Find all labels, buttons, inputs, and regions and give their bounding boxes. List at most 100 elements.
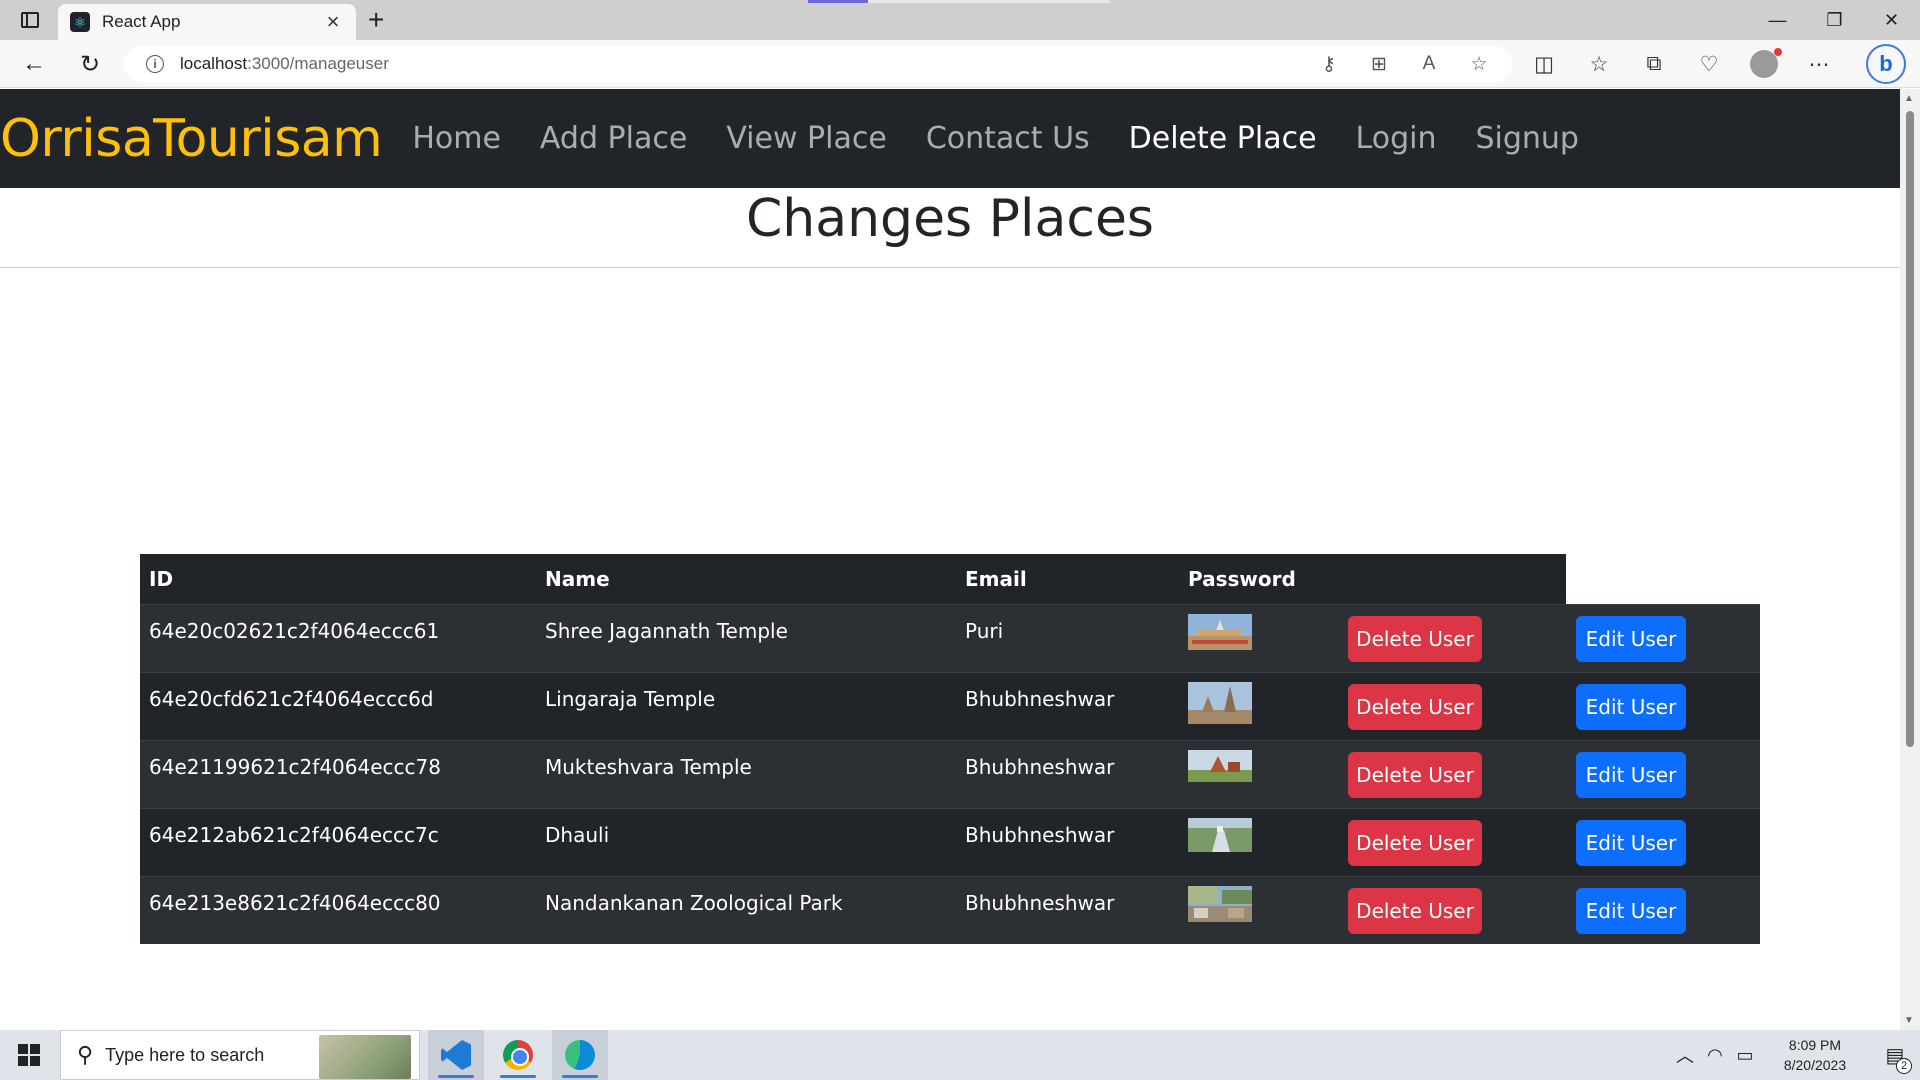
cell-id: 64e20cfd621c2f4064eccc6d: [149, 687, 434, 711]
cell-name: Lingaraja Temple: [545, 687, 716, 711]
battery-icon[interactable]: ▭: [1730, 1045, 1760, 1066]
read-aloud-icon[interactable]: A: [1416, 52, 1442, 76]
cell-email: Puri: [965, 619, 1004, 643]
close-window-icon[interactable]: ✕: [1863, 0, 1920, 40]
header-password: Password: [1188, 567, 1296, 591]
edit-user-button[interactable]: Edit User: [1576, 616, 1686, 662]
collections-icon[interactable]: ⧉: [1640, 50, 1668, 78]
cell-id: 64e213e8621c2f4064eccc80: [149, 891, 441, 915]
edit-user-button[interactable]: Edit User: [1576, 888, 1686, 934]
search-icon: ⚲: [77, 1042, 94, 1067]
landscape-image: [1188, 818, 1252, 852]
new-tab-icon[interactable]: +: [368, 6, 384, 34]
tab-actions-icon[interactable]: [16, 8, 44, 32]
delete-user-button[interactable]: Delete User: [1348, 820, 1482, 866]
bing-copilot-icon[interactable]: b: [1866, 44, 1906, 84]
cell-name: Nandankanan Zoological Park: [545, 891, 843, 915]
table-row: 64e20c02621c2f4064eccc61 Shree Jagannath…: [140, 604, 1760, 672]
cell-name: Mukteshvara Temple: [545, 755, 752, 779]
window-controls: — ❐ ✕: [1749, 0, 1920, 40]
clock-date: 8/20/2023: [1783, 1057, 1847, 1073]
notification-count: 2: [1896, 1057, 1912, 1074]
browser-tab-strip: ⚛ React App × + — ❐ ✕: [0, 0, 1920, 40]
url-host: localhost: [180, 54, 248, 73]
notifications-icon[interactable]: ▤ 2: [1870, 1043, 1920, 1074]
temple-image: [1188, 750, 1252, 782]
address-bar[interactable]: i localhost:3000/manageuser ⚷ ⊞ A ☆: [124, 46, 1512, 82]
chrome-app-icon[interactable]: [490, 1030, 546, 1080]
cell-email: Bhubhneshwar: [965, 823, 1115, 847]
taskbar-search-placeholder: Type here to search: [105, 1044, 265, 1065]
wifi-icon[interactable]: ◠: [1700, 1045, 1730, 1066]
page-scrollbar[interactable]: ▲ ▼: [1900, 89, 1920, 1030]
cell-id: 64e212ab621c2f4064eccc7c: [149, 823, 439, 847]
clock[interactable]: 8:09 PM 8/20/2023: [1760, 1035, 1870, 1075]
scroll-down-icon[interactable]: ▼: [1904, 1015, 1914, 1026]
profile-avatar[interactable]: [1750, 48, 1782, 78]
close-tab-icon[interactable]: ×: [322, 9, 344, 35]
url-path: :3000/manageuser: [247, 54, 389, 73]
cell-name: Shree Jagannath Temple: [545, 619, 788, 643]
tab-title: React App: [102, 12, 181, 31]
cell-email: Bhubhneshwar: [965, 687, 1115, 711]
apps-icon[interactable]: ⊞: [1366, 52, 1392, 76]
scrollbar-thumb[interactable]: [1906, 111, 1914, 747]
table-row: 64e21199621c2f4064eccc78 Mukteshvara Tem…: [140, 740, 1760, 808]
site-brand[interactable]: OrrisaTourisam: [0, 109, 383, 169]
nav-link-view-place[interactable]: View Place: [726, 121, 887, 156]
nav-link-add-place[interactable]: Add Place: [540, 121, 687, 156]
browser-tab[interactable]: ⚛ React App ×: [58, 4, 356, 40]
cell-id: 64e20c02621c2f4064eccc61: [149, 619, 440, 643]
vscode-app-icon[interactable]: [428, 1030, 484, 1080]
edge-app-icon[interactable]: [552, 1030, 608, 1080]
scroll-up-icon[interactable]: ▲: [1904, 93, 1914, 104]
temple-image: [1188, 614, 1252, 650]
system-tray: ︿ ◠ ▭ 8:09 PM 8/20/2023 ▤ 2: [1670, 1030, 1920, 1080]
nav-link-login[interactable]: Login: [1356, 121, 1437, 156]
restore-icon[interactable]: ❐: [1806, 0, 1863, 40]
browser-essentials-icon[interactable]: ♡: [1695, 50, 1723, 78]
taskbar-search[interactable]: ⚲ Type here to search: [60, 1030, 420, 1080]
split-screen-icon[interactable]: ◫: [1530, 50, 1558, 78]
edit-user-button[interactable]: Edit User: [1576, 752, 1686, 798]
key-icon[interactable]: ⚷: [1316, 52, 1342, 76]
url-text[interactable]: localhost:3000/manageuser: [180, 54, 389, 74]
nav-link-home[interactable]: Home: [412, 121, 501, 156]
edit-user-button[interactable]: Edit User: [1576, 684, 1686, 730]
site-info-icon[interactable]: i: [146, 55, 164, 73]
nav-link-delete-place[interactable]: Delete Place: [1129, 121, 1317, 156]
table-row: 64e213e8621c2f4064eccc80 Nandankanan Zoo…: [140, 876, 1760, 944]
chevron-up-icon[interactable]: ︿: [1670, 1042, 1700, 1068]
cell-name: Dhauli: [545, 823, 610, 847]
delete-user-button[interactable]: Delete User: [1348, 752, 1482, 798]
page-title: Changes Places: [745, 189, 1155, 249]
search-highlight-image[interactable]: [319, 1035, 411, 1079]
tab-strip-accent: [808, 0, 868, 3]
table-body: 64e20c02621c2f4064eccc61 Shree Jagannath…: [140, 604, 1760, 944]
nav-link-signup[interactable]: Signup: [1475, 121, 1579, 156]
favorites-icon[interactable]: ☆: [1585, 50, 1613, 78]
refresh-icon[interactable]: ↻: [76, 50, 104, 78]
delete-user-button[interactable]: Delete User: [1348, 888, 1482, 934]
favorite-star-icon[interactable]: ☆: [1466, 52, 1492, 76]
tab-strip-accent-light: [868, 0, 1110, 3]
title-divider: [0, 267, 1900, 268]
page-viewport: OrrisaTourisam Home Add Place View Place…: [0, 89, 1900, 1030]
table-row: 64e212ab621c2f4064eccc7c Dhauli Bhubhnes…: [140, 808, 1760, 876]
more-options-icon[interactable]: ⋯: [1805, 50, 1833, 78]
browser-toolbar: ← ↻ i localhost:3000/manageuser ⚷ ⊞ A ☆ …: [0, 40, 1920, 88]
delete-user-button[interactable]: Delete User: [1348, 684, 1482, 730]
delete-user-button[interactable]: Delete User: [1348, 616, 1482, 662]
table-row: 64e20cfd621c2f4064eccc6d Lingaraja Templ…: [140, 672, 1760, 740]
back-icon[interactable]: ←: [20, 50, 48, 78]
minimize-icon[interactable]: —: [1749, 0, 1806, 40]
header-id: ID: [149, 567, 174, 591]
nav-link-contact-us[interactable]: Contact Us: [926, 121, 1090, 156]
edit-user-button[interactable]: Edit User: [1576, 820, 1686, 866]
cell-id: 64e21199621c2f4064eccc78: [149, 755, 441, 779]
table-header: ID Name Email Password: [140, 554, 1566, 604]
site-navbar: OrrisaTourisam Home Add Place View Place…: [0, 89, 1900, 188]
windows-start-icon[interactable]: [18, 1044, 40, 1066]
temple-image: [1188, 682, 1252, 724]
cell-email: Bhubhneshwar: [965, 891, 1115, 915]
